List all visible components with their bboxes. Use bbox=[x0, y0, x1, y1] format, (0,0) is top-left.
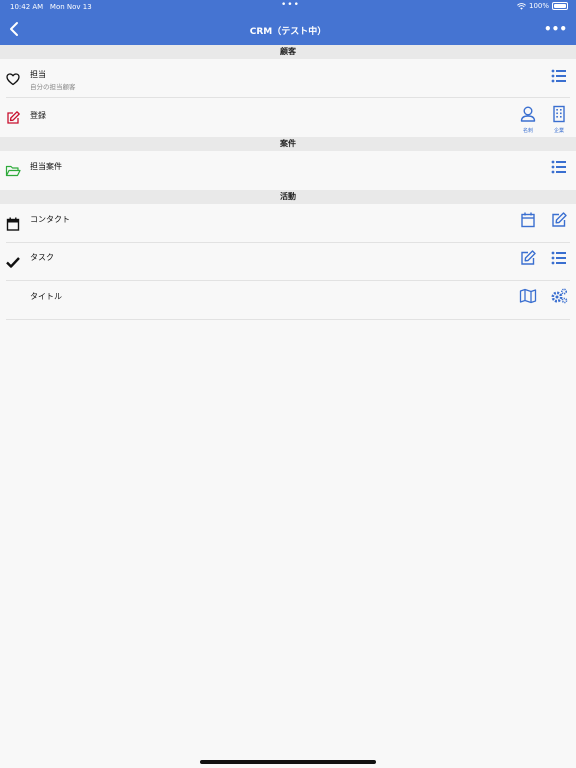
row-label: タイトル bbox=[30, 292, 62, 301]
more-menu-icon[interactable]: ••• bbox=[544, 22, 567, 36]
status-time: 10:42 AM Mon Nov 13 bbox=[10, 3, 92, 11]
row-label: タスク bbox=[30, 253, 54, 262]
row-task[interactable]: タスク bbox=[0, 243, 576, 281]
section-header-deals: 案件 bbox=[0, 137, 576, 151]
edit-icon bbox=[7, 111, 20, 124]
status-date: Mon Nov 13 bbox=[49, 3, 92, 11]
home-indicator[interactable] bbox=[200, 760, 376, 764]
row-label: 登録 bbox=[30, 111, 46, 120]
map-icon[interactable] bbox=[519, 287, 537, 305]
status-indicators: 100% bbox=[517, 2, 568, 10]
business-card-label: 名刺 bbox=[522, 128, 533, 134]
battery-percent: 100% bbox=[528, 2, 549, 10]
row-assigned-customers[interactable]: 担当 自分の担当顧客 bbox=[0, 59, 576, 97]
row-label: コンタクト bbox=[30, 215, 70, 224]
section-header-activity: 活動 bbox=[0, 190, 576, 204]
app-header: 10:42 AM Mon Nov 13 ••• 100% CRM（テスト中） •… bbox=[0, 0, 576, 45]
edit-icon[interactable] bbox=[550, 211, 568, 229]
building-icon[interactable] bbox=[550, 105, 568, 123]
heart-icon bbox=[6, 73, 20, 86]
calendar-icon[interactable] bbox=[519, 211, 537, 229]
battery-icon bbox=[552, 2, 568, 10]
status-bar: 10:42 AM Mon Nov 13 ••• 100% bbox=[0, 0, 576, 14]
gears-icon[interactable] bbox=[550, 287, 568, 305]
status-clock: 10:42 AM bbox=[10, 3, 44, 11]
list-icon[interactable] bbox=[550, 158, 568, 176]
calendar-icon bbox=[6, 217, 20, 231]
row-sublabel: 自分の担当顧客 bbox=[30, 83, 76, 91]
folder-open-icon bbox=[5, 165, 21, 177]
row-title[interactable]: タイトル bbox=[0, 281, 576, 319]
list-icon[interactable] bbox=[550, 67, 568, 85]
company-label: 企業 bbox=[553, 128, 564, 134]
row-label: 担当 bbox=[30, 70, 46, 79]
checkmark-icon bbox=[6, 257, 20, 268]
divider bbox=[6, 319, 570, 320]
page-title: CRM（テスト中） bbox=[249, 27, 327, 37]
multitasking-dots-icon[interactable]: ••• bbox=[281, 0, 300, 10]
section-header-customer: 顧客 bbox=[0, 45, 576, 59]
row-register[interactable]: 登録 名刺 企業 bbox=[0, 98, 576, 136]
row-contact[interactable]: コンタクト bbox=[0, 204, 576, 242]
wifi-icon bbox=[517, 2, 526, 10]
list-icon[interactable] bbox=[550, 249, 568, 267]
row-assigned-deals[interactable]: 担当案件 bbox=[0, 151, 576, 189]
person-card-icon[interactable] bbox=[519, 105, 537, 123]
edit-icon[interactable] bbox=[519, 249, 537, 267]
row-label: 担当案件 bbox=[30, 162, 62, 171]
